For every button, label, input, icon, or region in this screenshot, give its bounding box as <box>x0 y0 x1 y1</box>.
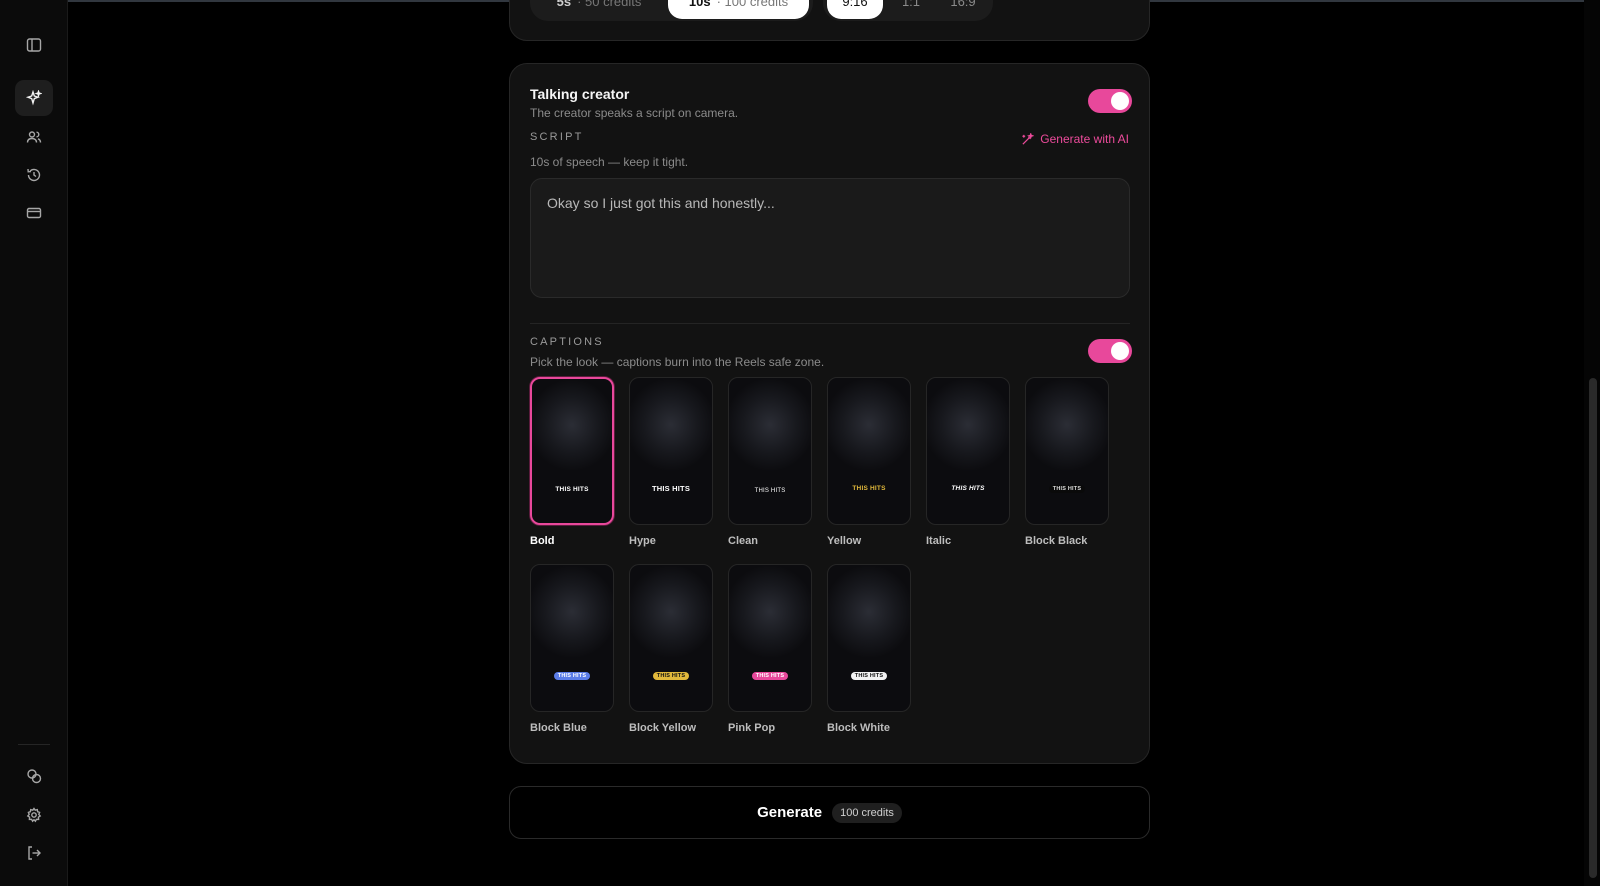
caption-style-clean[interactable]: THIS HITS Clean <box>728 377 812 547</box>
sidebar-toggle-icon[interactable] <box>15 27 53 63</box>
generate-with-ai-label: Generate with AI <box>1040 132 1129 146</box>
caption-sample: THIS HITS <box>754 488 786 494</box>
script-hint: 10s of speech — keep it tight. <box>530 155 689 169</box>
caption-style-yellow[interactable]: THIS HITS Yellow <box>827 377 911 547</box>
caption-preview: THIS HITS <box>728 377 812 525</box>
caption-sample: THIS HITS <box>751 672 789 680</box>
duration-option-5s[interactable]: 5s · 50 credits <box>534 0 664 19</box>
users-icon[interactable] <box>15 119 53 155</box>
aspect-option-1-1[interactable]: 1:1 <box>887 0 935 19</box>
magic-wand-icon <box>1022 132 1035 145</box>
captions-toggle[interactable] <box>1088 339 1132 363</box>
script-label: SCRIPT <box>530 131 584 143</box>
format-options-panel: 5s · 50 credits 10s · 100 credits 9:16 1… <box>509 0 1150 41</box>
caption-sample: THIS HITS <box>1048 485 1086 493</box>
duration-credits: · 50 credits <box>577 0 642 9</box>
caption-style-name: Block White <box>827 722 890 734</box>
aspect-ratio-selector: 9:16 1:1 16:9 <box>823 0 993 21</box>
sidebar <box>0 0 68 886</box>
caption-style-name: Block Yellow <box>629 722 697 734</box>
caption-sample-wrap: THIS HITS <box>1026 485 1108 493</box>
caption-sample-wrap: THIS HITS <box>531 672 613 680</box>
caption-style-hype[interactable]: THIS HITS Hype <box>629 377 713 547</box>
sparkles-icon[interactable] <box>15 80 53 116</box>
card-icon[interactable] <box>15 195 53 231</box>
scrollbar-track[interactable] <box>1584 0 1600 886</box>
duration-option-10s[interactable]: 10s · 100 credits <box>668 0 809 19</box>
coins-icon[interactable] <box>15 758 53 794</box>
caption-style-block-white[interactable]: THIS HITS Block White <box>827 564 911 734</box>
caption-style-block-blue[interactable]: THIS HITS Block Blue <box>530 564 614 734</box>
caption-preview: THIS HITS <box>629 377 713 525</box>
aspect-option-9-16[interactable]: 9:16 <box>827 0 883 19</box>
duration-value: 5s <box>556 0 572 9</box>
duration-selector: 5s · 50 credits 10s · 100 credits <box>530 0 813 21</box>
toggle-knob <box>1111 92 1129 110</box>
generate-with-ai-button[interactable]: Generate with AI <box>1021 132 1129 146</box>
caption-sample: THIS HITS <box>850 672 888 680</box>
talking-creator-title: Talking creator <box>530 86 630 102</box>
caption-style-name: Pink Pop <box>728 722 776 734</box>
caption-sample-wrap: THIS HITS <box>729 672 811 680</box>
talking-creator-subtitle: The creator speaks a script on camera. <box>530 106 739 120</box>
caption-style-pink-pop[interactable]: THIS HITS Pink Pop <box>728 564 812 734</box>
caption-style-name: Block Blue <box>530 722 587 734</box>
caption-preview: THIS HITS <box>530 564 614 712</box>
caption-sample: THIS HITS <box>553 672 591 680</box>
caption-style-italic[interactable]: THIS HITS Italic <box>926 377 1010 547</box>
caption-sample-wrap: THIS HITS <box>828 672 910 680</box>
caption-sample: THIS HITS <box>555 486 589 493</box>
caption-style-name: Hype <box>629 535 656 547</box>
history-icon[interactable] <box>15 157 53 193</box>
caption-style-block-yellow[interactable]: THIS HITS Block Yellow <box>629 564 713 734</box>
captions-hint: Pick the look — captions burn into the R… <box>530 355 825 369</box>
caption-style-block-black[interactable]: THIS HITS Block Black <box>1025 377 1109 547</box>
generate-button[interactable]: Generate 100 credits <box>509 786 1150 839</box>
section-divider <box>530 323 1130 324</box>
credits-badge: 100 credits <box>832 802 902 823</box>
caption-sample: THIS HITS <box>951 485 985 492</box>
caption-style-name: Bold <box>530 535 555 547</box>
captions-label: CAPTIONS <box>530 336 604 348</box>
generate-label: Generate <box>757 804 823 821</box>
caption-style-name: Block Black <box>1025 535 1088 547</box>
caption-preview: THIS HITS <box>926 377 1010 525</box>
caption-style-name: Italic <box>926 535 952 547</box>
scrollbar-thumb[interactable] <box>1589 378 1597 878</box>
caption-sample: THIS HITS <box>651 484 691 493</box>
aspect-label: 16:9 <box>950 0 976 9</box>
caption-sample: THIS HITS <box>852 485 886 492</box>
caption-preview: THIS HITS <box>1025 377 1109 525</box>
aspect-label: 9:16 <box>842 0 868 9</box>
caption-preview: THIS HITS <box>827 377 911 525</box>
caption-sample-wrap: THIS HITS <box>630 672 712 680</box>
script-textarea[interactable]: Okay so I just got this and honestly... <box>530 178 1130 298</box>
caption-preview: THIS HITS <box>728 564 812 712</box>
caption-preview: THIS HITS <box>827 564 911 712</box>
talking-creator-panel: Talking creator The creator speaks a scr… <box>509 63 1150 764</box>
aspect-option-16-9[interactable]: 16:9 <box>937 0 989 19</box>
talking-creator-toggle[interactable] <box>1088 89 1132 113</box>
duration-credits: · 100 credits <box>716 0 789 9</box>
duration-value: 10s <box>688 0 711 9</box>
logout-icon[interactable] <box>15 835 53 871</box>
caption-preview: THIS HITS <box>530 377 614 525</box>
toggle-knob <box>1111 342 1129 360</box>
caption-style-bold[interactable]: THIS HITS Bold <box>530 377 614 547</box>
sidebar-divider <box>18 744 50 745</box>
caption-preview: THIS HITS <box>629 564 713 712</box>
aspect-label: 1:1 <box>901 0 921 9</box>
caption-sample: THIS HITS <box>652 672 690 680</box>
caption-style-name: Clean <box>728 535 758 547</box>
caption-style-name: Yellow <box>827 535 862 547</box>
gear-icon[interactable] <box>15 797 53 833</box>
